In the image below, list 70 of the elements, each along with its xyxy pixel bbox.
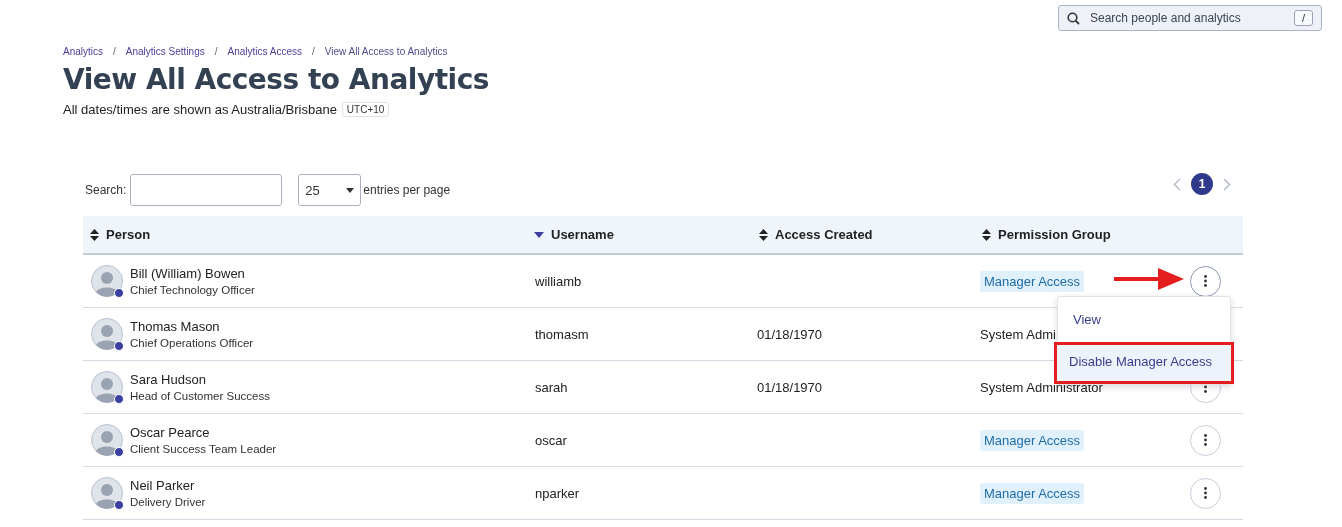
timezone-badge: UTC+10 (341, 102, 390, 117)
status-dot (114, 447, 124, 457)
person-name: Oscar Pearce (130, 425, 211, 440)
status-dot (114, 341, 124, 351)
access-date: 01/18/1970 (757, 326, 823, 342)
page-title: View All Access to Analytics (63, 63, 490, 96)
page-size-select[interactable]: 25 (298, 174, 362, 206)
breadcrumb-link[interactable]: View All Access to Analytics (324, 46, 448, 57)
breadcrumb-separator: / (113, 46, 116, 57)
table-search-field[interactable] (130, 174, 283, 206)
page-size-label: entries per page (363, 183, 451, 197)
column-header[interactable]: Permission Group (998, 227, 1111, 242)
status-dot (114, 288, 124, 298)
person-role: Chief Operations Officer (130, 337, 254, 349)
person-name: Sara Hudson (130, 372, 207, 387)
menu-item[interactable]: View (1058, 299, 1230, 342)
breadcrumb-link[interactable]: Analytics Settings (125, 46, 205, 57)
more-actions-button[interactable] (1190, 477, 1221, 509)
shortcut-key: / (1293, 10, 1313, 26)
permission-group: System Admi (975, 327, 1056, 342)
more-icon (1204, 487, 1207, 499)
sort-icon[interactable] (759, 228, 768, 241)
sort-descending-icon[interactable] (534, 231, 544, 238)
timezone-note: All dates/times are shown as Australia/Brisbane (63, 102, 337, 117)
column-header[interactable]: Access Created (775, 227, 873, 242)
person-role: Head of Customer Success (130, 390, 270, 402)
person-name: Bill (William) Bowen (130, 266, 246, 281)
username-cell-text: nparker (534, 485, 581, 501)
avatar-icon (91, 424, 123, 456)
username-cell-text: thomasm (534, 326, 590, 342)
username-cell-text: sarah (534, 379, 569, 395)
avatar-icon (91, 477, 123, 509)
status-dot (114, 394, 124, 404)
search-icon (1067, 11, 1080, 25)
more-icon (1204, 434, 1207, 446)
person-role: Chief Technology Officer (130, 284, 255, 296)
breadcrumb-link[interactable]: Analytics (63, 46, 103, 57)
access-date: 01/18/1970 (757, 379, 823, 395)
page-button[interactable]: 1 (1191, 173, 1213, 195)
person-name: Thomas Mason (130, 319, 221, 334)
sort-icon[interactable] (982, 228, 991, 241)
permission-tag: Manager Access (980, 483, 1085, 504)
next-page-icon[interactable] (1223, 177, 1231, 191)
avatar-icon (91, 371, 123, 403)
permission-tag: Manager Access (980, 271, 1085, 292)
column-header[interactable]: Username (551, 227, 614, 242)
global-search-field[interactable]: Search people and analytics / (1058, 5, 1322, 31)
breadcrumb-separator: / (312, 46, 315, 57)
breadcrumb-link[interactable]: Analytics Access (227, 46, 302, 57)
annotation-arrow (1114, 268, 1184, 290)
more-actions-button[interactable] (1190, 424, 1221, 456)
username-cell-text: williamb (534, 273, 583, 289)
search-placeholder: Search people and analytics (1090, 11, 1242, 25)
username-cell-text: oscar (534, 432, 568, 448)
avatar-icon (91, 318, 123, 350)
column-header[interactable]: Person (106, 227, 151, 242)
permission-tag: Manager Access (980, 430, 1085, 451)
previous-page-icon[interactable] (1173, 177, 1181, 191)
status-dot (114, 500, 124, 510)
sort-icon[interactable] (90, 228, 99, 241)
more-icon (1204, 275, 1207, 287)
search-label: Search: (85, 183, 127, 197)
avatar-icon (91, 265, 123, 297)
breadcrumb-separator: / (214, 46, 218, 57)
person-role: Client Success Team Leader (130, 443, 277, 455)
caret-icon (346, 187, 355, 193)
person-role: Delivery Driver (130, 496, 206, 508)
menu-item[interactable]: Disable Manager Access (1054, 342, 1234, 384)
more-actions-button[interactable] (1190, 265, 1221, 297)
person-name: Neil Parker (130, 478, 196, 493)
